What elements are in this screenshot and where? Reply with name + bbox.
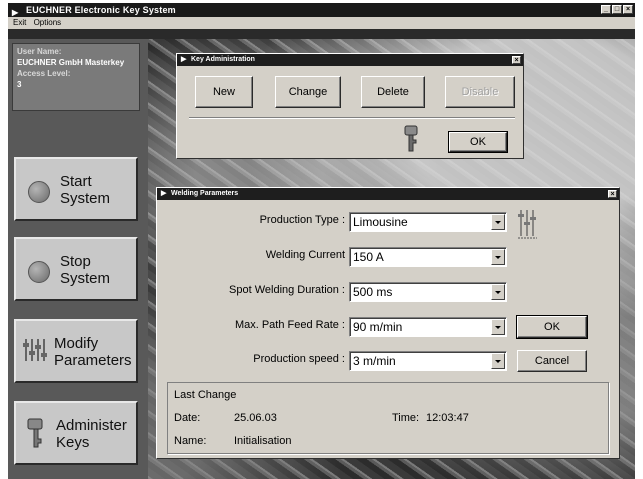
delete-button[interactable]: Delete — [361, 76, 425, 108]
production-speed-value: 3 m/min — [353, 354, 396, 368]
divider — [189, 117, 515, 119]
date-value: 25.06.03 — [234, 412, 277, 424]
welding-current-value: 150 A — [353, 250, 384, 264]
close-icon[interactable]: × — [623, 5, 633, 14]
maximize-icon[interactable]: □ — [612, 5, 622, 14]
max-path-feed-rate-select[interactable]: 90 m/min — [349, 317, 507, 337]
title-bar: ▶ EUCHNER Electronic Key System _ □ × — [8, 3, 635, 17]
date-label: Date: — [174, 412, 201, 424]
ok-button[interactable]: OK — [448, 131, 508, 153]
close-icon[interactable]: × — [608, 190, 617, 198]
stop-system-button[interactable]: Stop System — [14, 237, 138, 301]
chevron-down-icon[interactable] — [491, 249, 505, 265]
app-window: ▶ EUCHNER Electronic Key System _ □ × Ex… — [8, 3, 635, 479]
time-value: 12:03:47 — [426, 412, 469, 424]
production-speed-select[interactable]: 3 m/min — [349, 351, 507, 371]
key-icon — [27, 418, 43, 448]
key-admin-title-bar: ▶ Key Administration × — [177, 54, 523, 66]
last-change-heading: Last Change — [174, 389, 237, 401]
key-admin-title: Key Administration — [191, 56, 255, 63]
name-label: Name: — [174, 435, 207, 447]
close-icon[interactable]: × — [512, 56, 521, 64]
ok-button[interactable]: OK — [516, 315, 588, 339]
header-strip — [8, 29, 635, 39]
change-button[interactable]: Change — [275, 76, 341, 108]
chevron-down-icon[interactable] — [491, 353, 505, 369]
user-info-panel: User Name: EUCHNER GmbH Masterkey Access… — [12, 43, 140, 111]
name-value: Initialisation — [234, 435, 292, 447]
stop-label-1: Stop — [60, 253, 91, 270]
last-change-group: Last Change Date: 25.06.03 Time: 12:03:4… — [167, 382, 609, 454]
access-level-label: Access Level: — [17, 69, 71, 78]
welding-parameters-dialog: ▶ Welding Parameters × Production Type :… — [156, 187, 620, 459]
user-name-value: EUCHNER GmbH Masterkey — [17, 58, 125, 67]
menu-exit[interactable]: Exit — [13, 18, 26, 27]
welding-current-select[interactable]: 150 A — [349, 247, 507, 267]
welding-title: Welding Parameters — [171, 190, 239, 197]
modify-label-1: Modify — [54, 335, 99, 352]
max-path-feed-rate-label: Max. Path Feed Rate : — [234, 319, 345, 331]
sliders-icon — [518, 210, 537, 239]
user-name-label: User Name: — [17, 47, 62, 56]
production-type-value: Limousine — [353, 215, 408, 229]
chevron-down-icon[interactable] — [491, 319, 505, 335]
chevron-down-icon[interactable] — [491, 214, 505, 230]
max-path-feed-rate-value: 90 m/min — [353, 320, 403, 334]
production-speed-label: Production speed : — [253, 353, 345, 365]
dialog-menu-icon[interactable]: ▶ — [161, 188, 166, 200]
disable-button[interactable]: Disable — [445, 76, 515, 108]
production-type-select[interactable]: Limousine — [349, 212, 507, 232]
stop-label-2: System — [60, 270, 111, 287]
time-label: Time: — [392, 412, 420, 424]
app-title: EUCHNER Electronic Key System — [26, 5, 176, 15]
administer-keys-button[interactable]: Administer Keys — [14, 401, 138, 465]
modify-label-2: Parameters — [54, 352, 132, 369]
dialog-menu-icon[interactable]: ▶ — [181, 54, 186, 66]
access-level-value: 3 — [17, 80, 22, 89]
spot-welding-duration-select[interactable]: 500 ms — [349, 282, 507, 302]
sliders-icon — [23, 339, 47, 361]
sidebar: User Name: EUCHNER GmbH Masterkey Access… — [8, 39, 148, 479]
administer-label-1: Administer — [56, 417, 127, 434]
modify-parameters-button[interactable]: Modify Parameters — [14, 319, 138, 383]
start-system-button[interactable]: Start System — [14, 157, 138, 221]
window-controls: _ □ × — [601, 5, 633, 14]
start-label-1: Start — [60, 173, 92, 190]
menu-options[interactable]: Options — [34, 18, 62, 27]
status-light-icon — [28, 261, 50, 283]
minimize-icon[interactable]: _ — [601, 5, 611, 14]
welding-title-bar: ▶ Welding Parameters × — [157, 188, 619, 200]
key-icon — [404, 125, 418, 152]
spot-welding-duration-value: 500 ms — [353, 285, 393, 299]
production-type-label: Production Type : — [259, 214, 345, 226]
cancel-button[interactable]: Cancel — [517, 350, 587, 372]
chevron-down-icon[interactable] — [491, 284, 505, 300]
start-label-2: System — [60, 190, 111, 207]
spot-welding-duration-label: Spot Welding Duration : — [229, 284, 345, 296]
menu-bar: Exit Options — [8, 17, 635, 29]
key-administration-dialog: ▶ Key Administration × New Change Delete… — [176, 53, 524, 159]
administer-label-2: Keys — [56, 434, 90, 451]
welding-current-label: Welding Current — [265, 249, 345, 261]
status-light-icon — [28, 181, 50, 203]
new-button[interactable]: New — [195, 76, 253, 108]
